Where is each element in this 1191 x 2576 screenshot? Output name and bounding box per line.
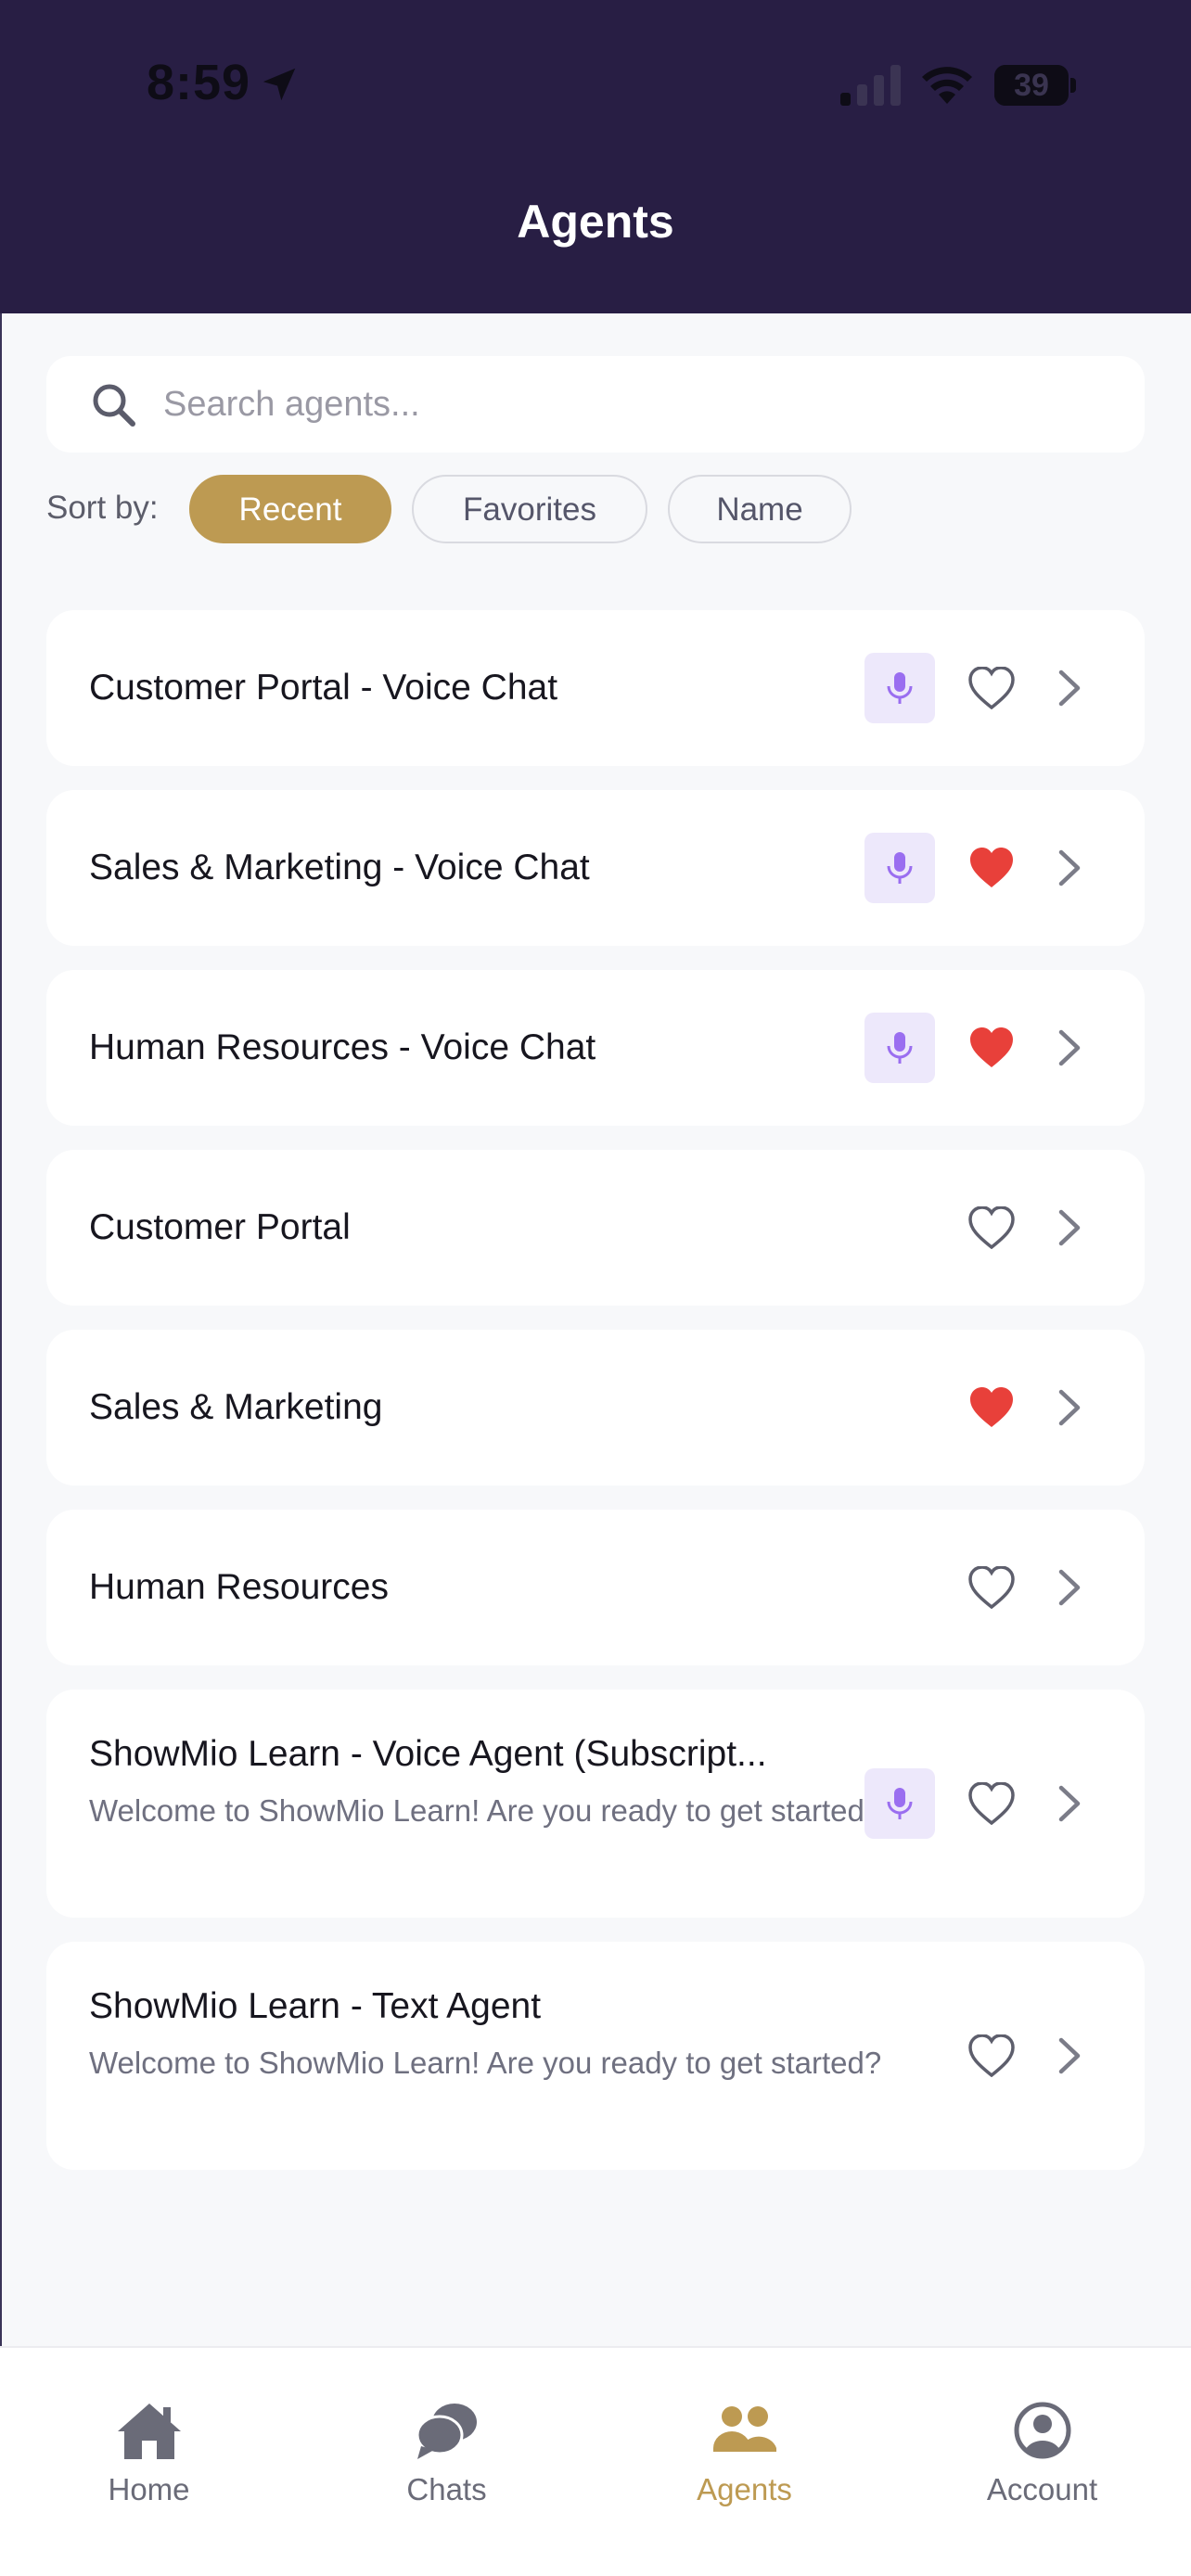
microphone-icon bbox=[887, 1032, 913, 1064]
microphone-icon bbox=[887, 1788, 913, 1819]
heart-filled-icon[interactable] bbox=[968, 1386, 1015, 1429]
agent-description: Welcome to ShowMio Learn! Are you ready … bbox=[89, 1793, 882, 1828]
agent-card[interactable]: Sales & Marketing bbox=[46, 1330, 1145, 1486]
microphone-icon bbox=[887, 672, 913, 704]
agent-card[interactable]: ShowMio Learn - Text Agent Welcome to Sho… bbox=[46, 1942, 1145, 2170]
voice-badge bbox=[864, 653, 935, 723]
chevron-right-icon bbox=[1058, 2037, 1081, 2074]
heart-filled-icon[interactable] bbox=[968, 847, 1015, 889]
voice-badge bbox=[864, 1013, 935, 1083]
chat-bubbles-icon bbox=[416, 2404, 477, 2459]
status-time: 8:59 bbox=[147, 55, 251, 110]
agent-card[interactable]: Customer Portal bbox=[46, 1150, 1145, 1306]
agent-card[interactable]: ShowMio Learn - Voice Agent (Subscript..… bbox=[46, 1690, 1145, 1918]
nav-account[interactable]: Account bbox=[893, 2348, 1191, 2576]
cellular-signal-icon bbox=[840, 65, 901, 106]
page-title: Agents bbox=[517, 196, 674, 248]
agent-title: Customer Portal - Voice Chat bbox=[89, 668, 558, 708]
sort-favorites-chip[interactable]: Favorites bbox=[412, 475, 647, 543]
nav-account-label: Account bbox=[986, 2472, 1098, 2506]
chevron-right-icon bbox=[1058, 1209, 1081, 1246]
nav-home[interactable]: Home bbox=[0, 2348, 298, 2576]
voice-badge bbox=[864, 833, 935, 903]
search-icon bbox=[93, 384, 135, 427]
heart-filled-icon[interactable] bbox=[968, 1027, 1015, 1069]
agent-title: Sales & Marketing bbox=[89, 1387, 383, 1427]
heart-outline-icon[interactable] bbox=[968, 2034, 1015, 2077]
heart-outline-icon[interactable] bbox=[968, 1782, 1015, 1825]
search-bar[interactable] bbox=[46, 356, 1145, 453]
agent-description: Welcome to ShowMio Learn! Are you ready … bbox=[89, 2046, 882, 2080]
agent-card[interactable]: Sales & Marketing - Voice Chat bbox=[46, 790, 1145, 946]
heart-outline-icon[interactable] bbox=[968, 667, 1015, 709]
chevron-right-icon bbox=[1058, 1389, 1081, 1426]
voice-badge bbox=[864, 1768, 935, 1839]
sort-label: Sort by: bbox=[46, 490, 159, 526]
agent-title: ShowMio Learn - Text Agent bbox=[89, 1986, 542, 2026]
chevron-right-icon bbox=[1058, 849, 1081, 886]
chevron-right-icon bbox=[1058, 1785, 1081, 1822]
nav-agents[interactable]: Agents bbox=[596, 2348, 893, 2576]
heart-outline-icon[interactable] bbox=[968, 1566, 1015, 1609]
user-circle-icon bbox=[1014, 2402, 1071, 2459]
screen-edge bbox=[0, 313, 2, 2346]
battery-level: 39 bbox=[1014, 68, 1049, 103]
home-icon bbox=[118, 2404, 181, 2459]
agent-title: Human Resources - Voice Chat bbox=[89, 1027, 596, 1067]
nav-agents-label: Agents bbox=[697, 2472, 792, 2506]
chevron-right-icon bbox=[1058, 1569, 1081, 1606]
search-input[interactable] bbox=[163, 356, 1119, 453]
wifi-icon bbox=[922, 67, 972, 104]
agent-title: Human Resources bbox=[89, 1567, 389, 1607]
chevron-right-icon bbox=[1058, 1029, 1081, 1066]
bottom-nav: Home Chats Agents Account bbox=[0, 2346, 1191, 2576]
nav-chats-label: Chats bbox=[406, 2472, 487, 2506]
battery-icon: 39 bbox=[994, 65, 1076, 106]
status-bar: 8:59 39 bbox=[0, 0, 1191, 176]
chevron-right-icon bbox=[1058, 670, 1081, 707]
sort-name-chip[interactable]: Name bbox=[668, 475, 852, 543]
app-header: 8:59 39 Agents bbox=[0, 0, 1191, 313]
agent-title: Sales & Marketing - Voice Chat bbox=[89, 848, 590, 887]
agent-card[interactable]: Human Resources bbox=[46, 1510, 1145, 1665]
agent-card[interactable]: Customer Portal - Voice Chat bbox=[46, 610, 1145, 766]
agent-title: Customer Portal bbox=[89, 1207, 351, 1247]
agent-title: ShowMio Learn - Voice Agent (Subscript..… bbox=[89, 1734, 767, 1774]
microphone-icon bbox=[887, 852, 913, 884]
nav-home-label: Home bbox=[108, 2472, 190, 2506]
agent-card[interactable]: Human Resources - Voice Chat bbox=[46, 970, 1145, 1126]
users-icon bbox=[713, 2406, 776, 2452]
location-arrow-icon bbox=[263, 68, 296, 101]
sort-recent-chip[interactable]: Recent bbox=[189, 475, 391, 543]
nav-chats[interactable]: Chats bbox=[298, 2348, 596, 2576]
heart-outline-icon[interactable] bbox=[968, 1206, 1015, 1249]
